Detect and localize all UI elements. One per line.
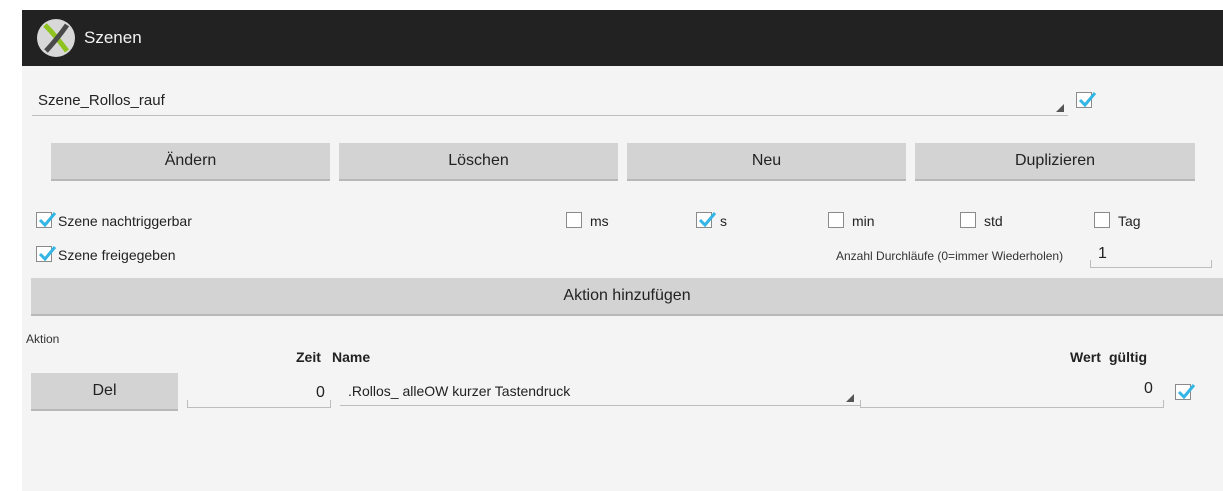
- retriggerable-checkbox[interactable]: [36, 212, 57, 228]
- scene-enabled-checkbox[interactable]: [1076, 92, 1097, 108]
- action-value-value: 0: [1144, 380, 1153, 397]
- valid-header: gültig: [1109, 349, 1148, 365]
- delete-button[interactable]: Löschen: [339, 143, 618, 181]
- action-name-value: .Rollos_ alleOW kurzer Tastendruck: [348, 383, 571, 399]
- enabled-label: Szene freigegeben: [58, 247, 176, 263]
- scene-select-value: Szene_Rollos_rauf: [38, 92, 165, 109]
- unit-std-label: std: [984, 213, 1003, 229]
- app-title: Szenen: [84, 28, 142, 47]
- action-time-value: 0: [316, 384, 325, 401]
- unit-s-label: s: [720, 213, 727, 229]
- unit-std-checkbox[interactable]: [960, 212, 976, 228]
- name-header: Name: [332, 349, 371, 365]
- time-header: Zeit: [296, 349, 321, 365]
- unit-ms-label: ms: [590, 213, 609, 229]
- unit-s-checkbox[interactable]: [696, 212, 717, 228]
- unit-ms-checkbox[interactable]: [566, 212, 582, 228]
- action-time-input[interactable]: [187, 400, 331, 408]
- retriggerable-label: Szene nachtriggerbar: [58, 213, 192, 229]
- scene-select[interactable]: Szene_Rollos_rauf: [32, 88, 1068, 116]
- unit-tag-label: Tag: [1118, 213, 1141, 229]
- unit-min-label: min: [852, 213, 875, 229]
- check-icon: [38, 212, 57, 228]
- runs-label: Anzahl Durchläufe (0=immer Wiederholen): [836, 249, 1064, 263]
- change-button[interactable]: Ändern: [51, 143, 330, 181]
- check-icon: [1078, 92, 1097, 108]
- runs-input[interactable]: [1090, 260, 1212, 268]
- unit-tag-checkbox[interactable]: [1094, 212, 1110, 228]
- value-header: Wert: [1070, 349, 1101, 365]
- duplicate-button[interactable]: Duplizieren: [915, 143, 1195, 181]
- add-action-button[interactable]: Aktion hinzufügen: [31, 278, 1223, 316]
- action-name-select[interactable]: .Rollos_ alleOW kurzer Tastendruck: [340, 378, 860, 406]
- action-valid-checkbox[interactable]: [1175, 384, 1196, 400]
- enabled-checkbox[interactable]: [36, 246, 57, 262]
- scene-editor: Szene_Rollos_rauf Ändern Löschen Neu Dup…: [22, 66, 1223, 491]
- new-button[interactable]: Neu: [627, 143, 906, 181]
- unit-min-checkbox[interactable]: [828, 212, 844, 228]
- check-icon: [38, 246, 57, 262]
- app-frame: Szenen Szene_Rollos_rauf Ändern Löschen …: [0, 0, 1223, 491]
- action-bar: Szenen: [22, 10, 1223, 66]
- check-icon: [1177, 384, 1196, 400]
- dropdown-corner-icon: [846, 394, 854, 402]
- action-section-label: Aktion: [26, 332, 60, 346]
- dropdown-corner-icon: [1056, 104, 1064, 112]
- delete-action-button[interactable]: Del: [31, 373, 178, 411]
- app-logo-icon: [36, 18, 76, 58]
- runs-value: 1: [1098, 245, 1107, 262]
- action-value-input[interactable]: [860, 400, 1164, 408]
- check-icon: [698, 212, 717, 228]
